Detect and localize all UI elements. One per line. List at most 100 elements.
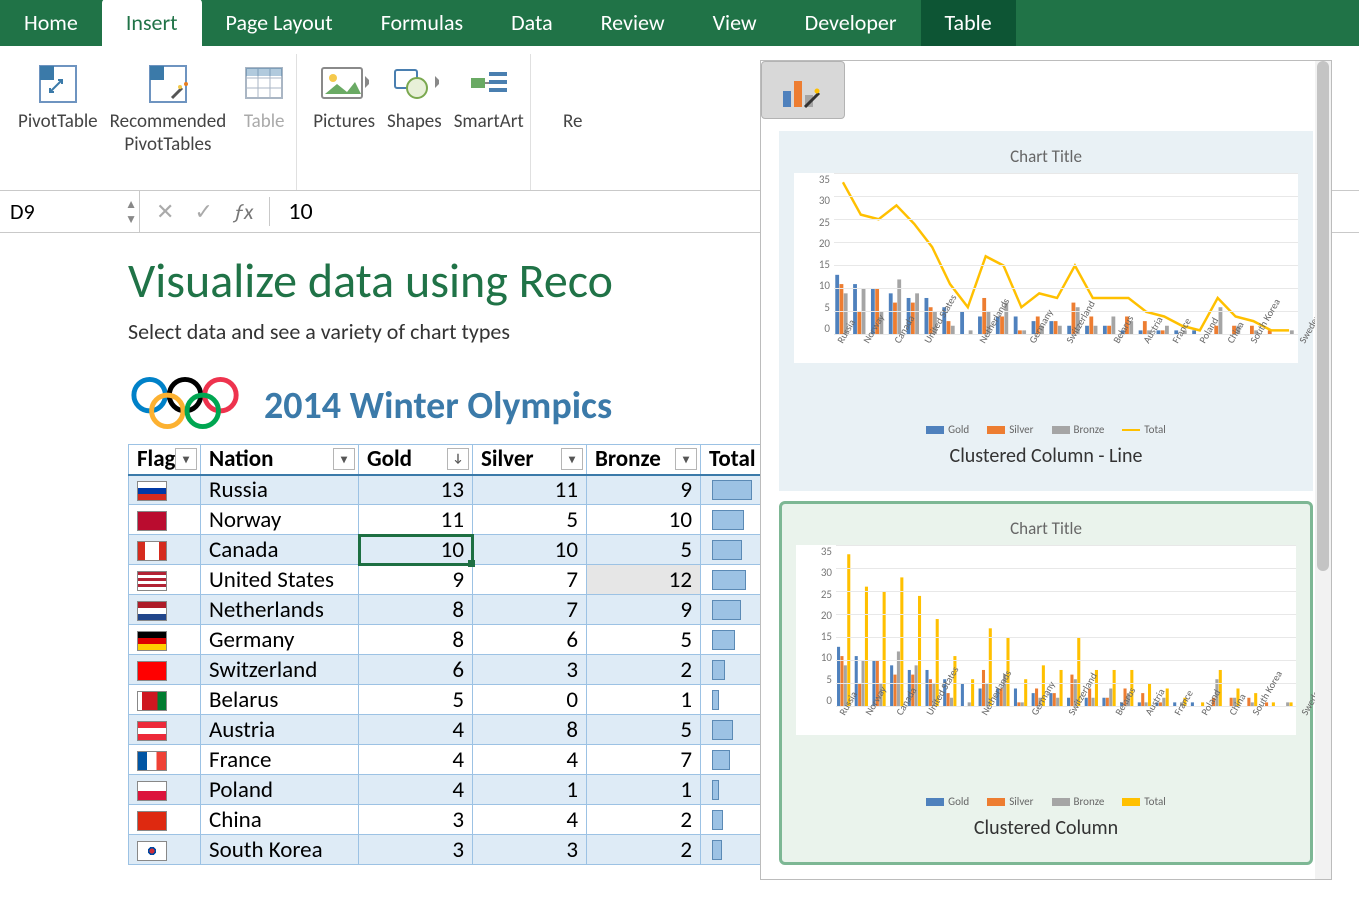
column-header-flag[interactable]: Flag▾ bbox=[129, 445, 201, 475]
chart-preview-clustered-column[interactable]: Chart Title35302520151050RussiaNorwayCan… bbox=[779, 501, 1313, 865]
insert-table-button[interactable]: Table bbox=[232, 54, 296, 137]
silver-cell[interactable]: 4 bbox=[473, 805, 587, 835]
table-row[interactable]: South Korea332 bbox=[129, 835, 765, 865]
gold-cell[interactable]: 3 bbox=[359, 835, 473, 865]
nation-cell[interactable]: Poland bbox=[201, 775, 359, 805]
nation-cell[interactable]: Austria bbox=[201, 715, 359, 745]
gold-cell[interactable]: 8 bbox=[359, 625, 473, 655]
nation-cell[interactable]: Germany bbox=[201, 625, 359, 655]
silver-cell[interactable]: 7 bbox=[473, 565, 587, 595]
pictures-button[interactable]: Pictures bbox=[307, 54, 381, 137]
bronze-cell[interactable]: 10 bbox=[587, 505, 701, 535]
silver-cell[interactable]: 4 bbox=[473, 745, 587, 775]
fx-icon[interactable]: ƒx bbox=[233, 198, 254, 225]
table-row[interactable]: United States9712 bbox=[129, 565, 765, 595]
silver-cell[interactable]: 5 bbox=[473, 505, 587, 535]
nation-cell[interactable]: Norway bbox=[201, 505, 359, 535]
bronze-cell[interactable]: 5 bbox=[587, 715, 701, 745]
silver-cell[interactable]: 10 bbox=[473, 535, 587, 565]
bronze-cell[interactable]: 2 bbox=[587, 835, 701, 865]
bronze-cell[interactable]: 9 bbox=[587, 595, 701, 625]
name-box[interactable]: D9 ▲▼ bbox=[0, 191, 140, 233]
filter-dropdown-icon[interactable]: ▾ bbox=[333, 448, 355, 470]
silver-cell[interactable]: 1 bbox=[473, 775, 587, 805]
bronze-cell[interactable]: 1 bbox=[587, 685, 701, 715]
table-row[interactable]: Switzerland632 bbox=[129, 655, 765, 685]
table-row[interactable]: Canada10105 bbox=[129, 535, 765, 565]
tab-view[interactable]: View bbox=[689, 0, 781, 46]
silver-cell[interactable]: 3 bbox=[473, 655, 587, 685]
table-row[interactable]: Netherlands879 bbox=[129, 595, 765, 625]
bronze-cell[interactable]: 2 bbox=[587, 655, 701, 685]
table-row[interactable]: Austria485 bbox=[129, 715, 765, 745]
bronze-cell[interactable]: 2 bbox=[587, 805, 701, 835]
table-row[interactable]: Norway11510 bbox=[129, 505, 765, 535]
shapes-button[interactable]: Shapes bbox=[381, 54, 448, 137]
column-header-total[interactable]: Total bbox=[701, 445, 765, 475]
silver-cell[interactable]: 3 bbox=[473, 835, 587, 865]
nation-cell[interactable]: China bbox=[201, 805, 359, 835]
table-row[interactable]: Poland411 bbox=[129, 775, 765, 805]
nation-cell[interactable]: Canada bbox=[201, 535, 359, 565]
nation-cell[interactable]: Russia bbox=[201, 475, 359, 505]
silver-cell[interactable]: 8 bbox=[473, 715, 587, 745]
tab-insert[interactable]: Insert bbox=[102, 0, 202, 46]
filter-dropdown-icon[interactable]: ▾ bbox=[561, 448, 583, 470]
gold-cell[interactable]: 8 bbox=[359, 595, 473, 625]
bronze-cell[interactable]: 5 bbox=[587, 535, 701, 565]
nation-cell[interactable]: United States bbox=[201, 565, 359, 595]
gold-cell[interactable]: 4 bbox=[359, 775, 473, 805]
tab-data[interactable]: Data bbox=[487, 0, 577, 46]
table-row[interactable]: Russia13119 bbox=[129, 475, 765, 505]
filter-dropdown-icon[interactable]: ▾ bbox=[675, 448, 697, 470]
recommended-charts-truncated[interactable]: Re bbox=[541, 54, 605, 137]
gold-cell[interactable]: 13 bbox=[359, 475, 473, 505]
nation-cell[interactable]: France bbox=[201, 745, 359, 775]
nation-cell[interactable]: Belarus bbox=[201, 685, 359, 715]
recommended-charts-button[interactable] bbox=[761, 61, 845, 119]
bronze-cell[interactable]: 12 bbox=[587, 565, 701, 595]
filter-dropdown-icon[interactable]: ↓ bbox=[447, 448, 469, 470]
gold-cell[interactable]: 9 bbox=[359, 565, 473, 595]
column-header-nation[interactable]: Nation▾ bbox=[201, 445, 359, 475]
table-row[interactable]: France447 bbox=[129, 745, 765, 775]
gold-cell[interactable]: 3 bbox=[359, 805, 473, 835]
chart-preview-clustered-column-line[interactable]: Chart Title35302520151050RussiaNorwayCan… bbox=[779, 131, 1313, 491]
gold-cell[interactable]: 4 bbox=[359, 715, 473, 745]
filter-dropdown-icon[interactable]: ▾ bbox=[175, 448, 197, 470]
column-header-gold[interactable]: Gold↓ bbox=[359, 445, 473, 475]
gold-cell[interactable]: 4 bbox=[359, 745, 473, 775]
gold-cell[interactable]: 10 bbox=[359, 535, 473, 565]
column-header-bronze[interactable]: Bronze▾ bbox=[587, 445, 701, 475]
nation-cell[interactable]: Netherlands bbox=[201, 595, 359, 625]
scrollbar-thumb[interactable] bbox=[1317, 61, 1329, 571]
silver-cell[interactable]: 6 bbox=[473, 625, 587, 655]
cancel-icon[interactable]: ✕ bbox=[156, 198, 174, 225]
tab-page-layout[interactable]: Page Layout bbox=[202, 0, 357, 46]
gold-cell[interactable]: 5 bbox=[359, 685, 473, 715]
bronze-cell[interactable]: 5 bbox=[587, 625, 701, 655]
silver-cell[interactable]: 7 bbox=[473, 595, 587, 625]
nation-cell[interactable]: South Korea bbox=[201, 835, 359, 865]
enter-icon[interactable]: ✓ bbox=[194, 198, 212, 225]
silver-cell[interactable]: 0 bbox=[473, 685, 587, 715]
table-row[interactable]: China342 bbox=[129, 805, 765, 835]
tab-developer[interactable]: Developer bbox=[781, 0, 921, 46]
silver-cell[interactable]: 11 bbox=[473, 475, 587, 505]
gold-cell[interactable]: 6 bbox=[359, 655, 473, 685]
formula-value[interactable]: 10 bbox=[269, 197, 330, 226]
table-row[interactable]: Belarus501 bbox=[129, 685, 765, 715]
tab-review[interactable]: Review bbox=[577, 0, 689, 46]
tab-home[interactable]: Home bbox=[0, 0, 102, 46]
bronze-cell[interactable]: 9 bbox=[587, 475, 701, 505]
smartart-button[interactable]: SmartArt bbox=[448, 54, 530, 137]
column-header-silver[interactable]: Silver▾ bbox=[473, 445, 587, 475]
recommended-pivot-button[interactable]: Recommended PivotTables bbox=[104, 54, 233, 160]
namebox-spinner[interactable]: ▲▼ bbox=[125, 197, 137, 227]
bronze-cell[interactable]: 1 bbox=[587, 775, 701, 805]
bronze-cell[interactable]: 7 bbox=[587, 745, 701, 775]
pivottable-button[interactable]: PivotTable bbox=[12, 54, 104, 137]
table-row[interactable]: Germany865 bbox=[129, 625, 765, 655]
gold-cell[interactable]: 11 bbox=[359, 505, 473, 535]
tab-formulas[interactable]: Formulas bbox=[357, 0, 487, 46]
